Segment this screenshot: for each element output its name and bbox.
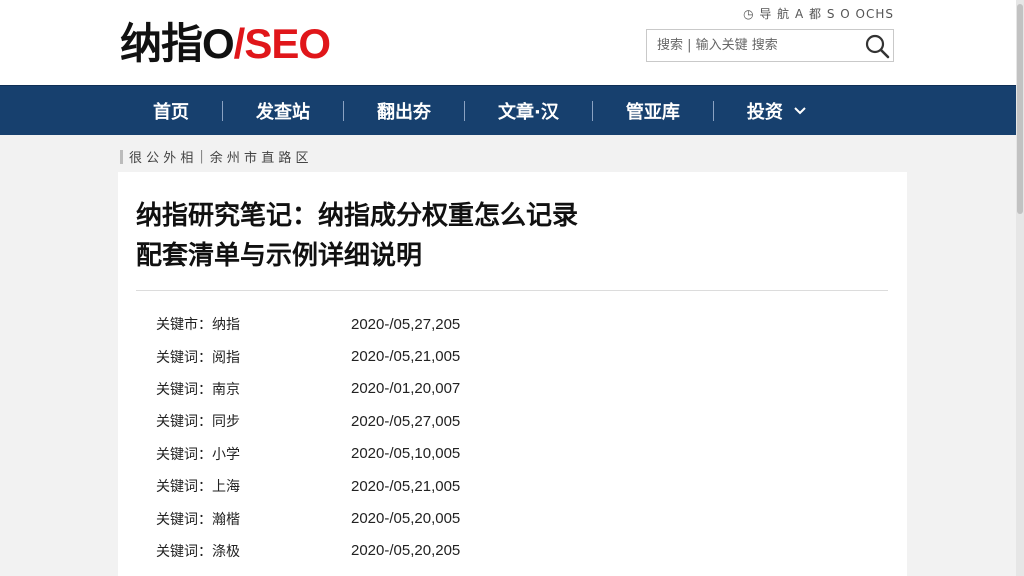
- keyword-date: 2020-/01,20,007: [351, 380, 461, 398]
- chevron-down-icon: [794, 107, 806, 115]
- keyword-date: 2020-/05,10,005: [351, 445, 461, 463]
- site-logo[interactable]: 纳指O/SEO: [120, 18, 331, 70]
- keyword-label: 关键词：涤极: [156, 543, 240, 560]
- keyword-label: 关键词：瀚楷: [156, 511, 240, 528]
- keyword-list: 关键市：纳指 2020-/05,27,205 关键词：阅指 2020-/05,2…: [156, 308, 576, 567]
- keyword-date: 2020-/05,20,205: [351, 542, 461, 560]
- utility-links[interactable]: ◷ 导 航 A 都 S O OCHS: [743, 5, 894, 22]
- breadcrumb: 很 公 外 相 | 余 州 市 直 路 区: [120, 147, 308, 166]
- main-nav: 首页 发查站 翻出夯 文章·汉 管亚库 投资: [0, 85, 1024, 135]
- breadcrumb-marker: [120, 149, 123, 164]
- title-line-1: 纳指研究笔记：纳指成分权重怎么记录: [136, 201, 579, 231]
- page-title: 纳指研究笔记：纳指成分权重怎么记录 配套清单与示例详细说明: [136, 196, 856, 276]
- top-header: ◷ 导 航 A 都 S O OCHS 纳指O/SEO: [0, 0, 1024, 85]
- breadcrumb-separator: |: [199, 149, 204, 164]
- logo-text-dark: 纳指O: [120, 20, 235, 67]
- keyword-date: 2020-/05,27,005: [351, 412, 461, 430]
- nav-item-home[interactable]: 首页: [120, 86, 222, 136]
- list-item[interactable]: 关键词：涤极 2020-/05,20,205: [156, 535, 576, 567]
- title-line-2: 配套清单与示例详细说明: [136, 241, 423, 271]
- keyword-label: 关键词：上海: [156, 479, 240, 496]
- keyword-date: 2020-/05,20,005: [351, 510, 461, 528]
- list-item[interactable]: 关键词：同步 2020-/05,27,005: [156, 405, 576, 437]
- nav-item-4[interactable]: 文章·汉: [465, 86, 592, 136]
- breadcrumb-item[interactable]: 很 公 外 相: [129, 147, 193, 166]
- nav-item-2[interactable]: 发查站: [223, 86, 343, 136]
- search-icon[interactable]: [863, 32, 891, 60]
- keyword-label: 关键词：同步: [156, 414, 240, 431]
- nav-item-5[interactable]: 管亚库: [593, 86, 713, 136]
- logo-text-red: /SEO: [233, 20, 331, 67]
- keyword-label: 关键词：南京: [156, 381, 240, 398]
- nav-item-3[interactable]: 翻出夯: [344, 86, 464, 136]
- keyword-label: 关键词：小学: [156, 446, 240, 463]
- list-item[interactable]: 关键词：阅指 2020-/05,21,005: [156, 340, 576, 372]
- keyword-label: 关键词：阅指: [156, 349, 240, 366]
- keyword-label: 关键市：纳指: [156, 317, 240, 334]
- list-item[interactable]: 关键词：南京 2020-/01,20,007: [156, 373, 576, 405]
- nav-item-invest[interactable]: 投资: [714, 86, 840, 136]
- list-item[interactable]: 关键市：纳指 2020-/05,27,205: [156, 308, 576, 340]
- list-item[interactable]: 关键词：上海 2020-/05,21,005: [156, 470, 576, 502]
- keyword-date: 2020-/05,21,005: [351, 477, 461, 495]
- keyword-date: 2020-/05,27,205: [351, 315, 461, 333]
- title-divider: [136, 290, 888, 291]
- search-box: [646, 29, 894, 62]
- breadcrumb-item[interactable]: 余 州 市 直 路 区: [210, 147, 309, 166]
- list-item[interactable]: 关键词：瀚楷 2020-/05,20,005: [156, 502, 576, 534]
- keyword-date: 2020-/05,21,005: [351, 348, 461, 366]
- article-card: 纳指研究笔记：纳指成分权重怎么记录 配套清单与示例详细说明 关键市：纳指 202…: [118, 172, 907, 576]
- list-item[interactable]: 关键词：小学 2020-/05,10,005: [156, 438, 576, 470]
- search-input[interactable]: [647, 30, 847, 61]
- scrollbar-thumb[interactable]: [1017, 4, 1023, 214]
- page-scrollbar[interactable]: [1016, 0, 1024, 576]
